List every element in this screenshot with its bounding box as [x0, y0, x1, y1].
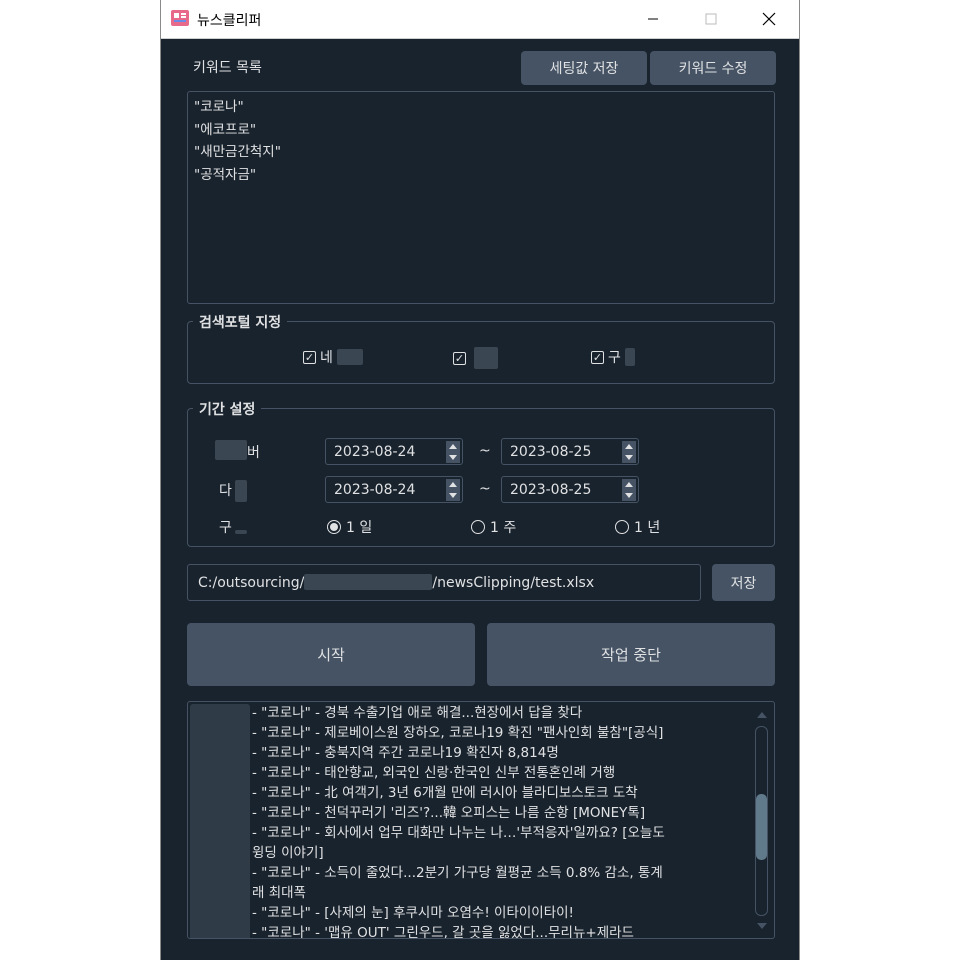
keyword-item: "새만금간척지" [194, 144, 281, 160]
keyword-item: "코로나" [194, 99, 244, 115]
spin-down-icon[interactable] [622, 490, 636, 501]
output-path-prefix: C:/outsourcing/ [198, 575, 305, 591]
log-line: 윙딩 이야기] [252, 845, 324, 861]
log-line: - "코로나" - 경북 수출기업 애로 해결...현장에서 답을 찾다 [252, 705, 583, 721]
checkmark-icon: ✓ [591, 350, 604, 364]
spin-up-icon[interactable] [446, 441, 460, 452]
log-line: - "코로나" - [사제의 눈] 후쿠시마 오염수! 이타이이타이! [252, 905, 574, 921]
log-scrollbar[interactable] [754, 710, 770, 934]
redacted-text [624, 348, 635, 366]
period-group-title: 기간 설정 [193, 399, 262, 419]
log-line: - "코로나" - 제로베이스원 장하오, 코로나19 확진 "팬사인회 불참"… [252, 725, 664, 741]
title-bar: 뉴스클리퍼 [161, 0, 799, 39]
log-line: - "코로나" - 천덕꾸러기 '리즈'?...韓 오피스는 나름 순항 [MO… [252, 805, 646, 821]
end-date-1[interactable]: 2023-08-25 [501, 438, 639, 465]
start-button[interactable]: 시작 [187, 623, 475, 686]
end-date-2[interactable]: 2023-08-25 [501, 476, 639, 503]
log-line: - "코로나" - 회사에서 업무 대화만 나누는 나…'부적응자'일까요? [… [252, 825, 665, 841]
start-date-2-value: 2023-08-24 [334, 482, 416, 498]
redacted-text [235, 480, 247, 502]
portal-checkbox-3[interactable]: ✓ 구 [591, 347, 635, 367]
redacted-text [336, 349, 363, 365]
spin-up-icon[interactable] [622, 479, 636, 490]
unit-year-label: 1 년 [634, 520, 661, 536]
keyword-list-label: 키워드 목록 [193, 60, 262, 76]
close-button[interactable] [741, 0, 797, 38]
close-icon [762, 12, 776, 26]
portal-group-title: 검색포털 지정 [193, 312, 288, 332]
redacted-text [190, 704, 250, 938]
scroll-down-icon[interactable] [757, 923, 767, 929]
keyword-item: "공적자금" [194, 166, 257, 183]
range-separator: ~ [479, 443, 491, 459]
portal-label-3: 구 [608, 350, 621, 366]
log-line: - "코로나" - 北 여객기, 3년 6개월 만에 러시아 블라디보스토크 도… [252, 785, 638, 801]
save-settings-button[interactable]: 세팅값 저장 [521, 51, 647, 85]
start-date-2[interactable]: 2023-08-24 [325, 476, 463, 503]
scroll-up-icon[interactable] [757, 712, 767, 718]
spin-down-icon[interactable] [446, 452, 460, 463]
minimize-button[interactable] [625, 0, 681, 38]
log-line: - "코로나" - 충북지역 주간 코로나19 확진자 8,814명 [252, 745, 559, 761]
range-separator: ~ [479, 481, 491, 497]
redacted-text [235, 530, 247, 534]
end-date-1-value: 2023-08-25 [510, 444, 592, 460]
keyword-item: "에코프로" [194, 121, 257, 138]
redacted-text [474, 347, 498, 369]
minimize-icon [648, 18, 658, 20]
checkmark-icon: ✓ [303, 350, 316, 364]
radio-empty-icon [471, 520, 485, 534]
spin-up-icon[interactable] [622, 441, 636, 452]
spin-down-icon[interactable] [446, 490, 460, 501]
portal-label-1: 네 [320, 350, 333, 366]
log-line: - "코로나" - 태안향교, 외국인 신랑·한국인 신부 전통혼인례 거행 [252, 765, 616, 781]
unit-day-label: 1 일 [346, 520, 373, 536]
start-date-1[interactable]: 2023-08-24 [325, 438, 463, 465]
output-path-input[interactable]: C:/outsourcing/ /newsClipping/test.xlsx [187, 564, 701, 601]
period-row-2-label: 다 [219, 483, 232, 499]
log-line: - "코로나" - '맵유 OUT' 그린우드, 갈 곳을 잃었다...무리뉴+… [252, 925, 634, 939]
unit-radio-year[interactable]: 1 년 [615, 517, 660, 537]
redacted-text [215, 440, 247, 460]
app-icon [171, 10, 189, 26]
portal-checkbox-2[interactable]: ✓ [453, 347, 498, 369]
log-line: - "코로나" - 소득이 줄었다...2분기 가구당 월평균 소득 0.8% … [252, 865, 663, 881]
log-output[interactable]: - "코로나" - 경북 수출기업 애로 해결...현장에서 답을 찾다 - "… [187, 701, 775, 939]
scroll-thumb[interactable] [756, 794, 767, 860]
edit-keywords-button[interactable]: 키워드 수정 [650, 51, 776, 85]
keyword-list[interactable]: "코로나" "에코프로" "새만금간척지" "공적자금" [187, 91, 775, 304]
radio-empty-icon [615, 520, 629, 534]
unit-label: 구 [219, 520, 232, 536]
end-date-2-value: 2023-08-25 [510, 482, 592, 498]
maximize-icon [705, 13, 717, 25]
stop-button[interactable]: 작업 중단 [487, 623, 775, 686]
save-path-button[interactable]: 저장 [712, 564, 775, 601]
log-line: 래 최대폭 [252, 885, 306, 901]
unit-radio-week[interactable]: 1 주 [471, 517, 516, 537]
output-path-suffix: /newsClipping/test.xlsx [432, 575, 595, 591]
portal-checkbox-1[interactable]: ✓ 네 [303, 347, 363, 367]
checkmark-icon: ✓ [453, 351, 466, 365]
spin-up-icon[interactable] [446, 479, 460, 490]
period-row-1-label: 버 [247, 445, 260, 461]
start-date-1-value: 2023-08-24 [334, 444, 416, 460]
unit-week-label: 1 주 [490, 520, 517, 536]
redacted-text [304, 574, 433, 590]
radio-selected-icon [327, 520, 341, 534]
app-window: 뉴스클리퍼 키워드 목록 세팅값 저장 키워드 수정 "코로나" "에코프로" … [160, 0, 800, 960]
window-title: 뉴스클리퍼 [197, 13, 262, 29]
maximize-button[interactable] [683, 0, 739, 38]
unit-radio-day[interactable]: 1 일 [327, 517, 372, 537]
spin-down-icon[interactable] [622, 452, 636, 463]
